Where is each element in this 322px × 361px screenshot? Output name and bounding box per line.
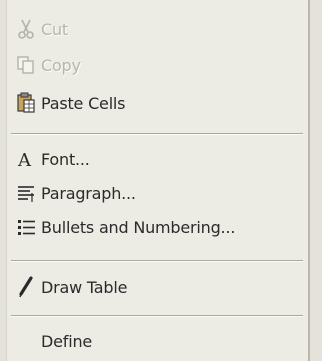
menu-item-font[interactable]: A Font... [7, 142, 307, 176]
menu-separator [11, 315, 303, 317]
scissors-icon [15, 17, 37, 41]
font-icon: A [15, 147, 37, 171]
context-menu: Cut Copy Paste Cells A Font... Paragraph… [6, 0, 310, 361]
menu-item-label: Font... [41, 149, 90, 169]
menu-item-bullets-numbering[interactable]: Bullets and Numbering... [7, 210, 307, 244]
menu-item-paste-cells[interactable]: Paste Cells [7, 86, 307, 120]
menu-separator [11, 133, 303, 135]
pencil-icon [15, 275, 37, 299]
paragraph-icon [15, 181, 37, 205]
menu-item-label: Define [41, 331, 93, 351]
menu-item-label: Paragraph... [41, 183, 136, 203]
svg-text:A: A [17, 150, 32, 169]
menu-item-label: Copy [41, 55, 81, 75]
menu-item-paragraph[interactable]: Paragraph... [7, 176, 307, 210]
copy-icon [15, 53, 37, 77]
menu-item-copy[interactable]: Copy [7, 48, 307, 82]
menu-item-label: Cut [41, 19, 68, 39]
bullets-icon [15, 215, 37, 239]
menu-separator [11, 260, 303, 262]
menu-item-label: Paste Cells [41, 93, 126, 113]
menu-item-draw-table[interactable]: Draw Table [7, 270, 307, 304]
menu-item-cut[interactable]: Cut [7, 12, 307, 46]
menu-item-label: Bullets and Numbering... [41, 217, 236, 237]
menu-item-label: Draw Table [41, 277, 128, 297]
menu-item-define[interactable]: Define [7, 324, 307, 358]
paste-icon [15, 91, 37, 115]
